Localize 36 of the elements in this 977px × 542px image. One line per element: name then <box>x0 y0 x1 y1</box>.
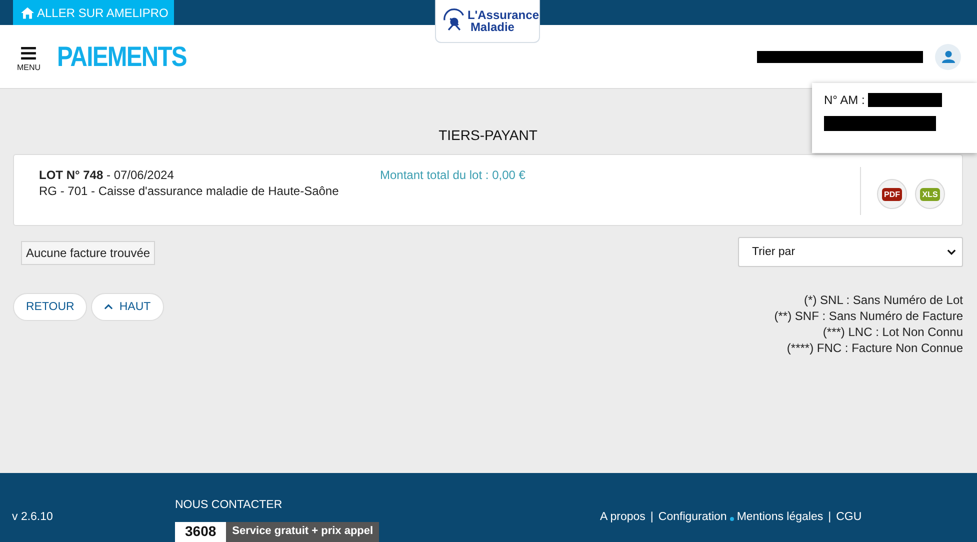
back-to-top-button[interactable]: HAUT <box>91 293 164 321</box>
phone-number: 3608 <box>184 522 218 541</box>
legend-text: (**) SNF : Sans Numéro de Facture <box>774 308 963 324</box>
menu-icon <box>21 47 36 60</box>
separator-text: | <box>828 511 832 523</box>
lot-total: Montant total du lot : 0,00 € <box>380 167 526 184</box>
user-icon <box>942 50 954 63</box>
home-icon <box>21 6 34 18</box>
no-result-label: Aucune facture trouvée <box>21 241 156 265</box>
footer-link[interactable]: A propos <box>600 511 646 523</box>
logo-text: L'Assurance <box>467 9 539 21</box>
section-title: TIERS-PAYANT <box>438 127 538 143</box>
menu-button[interactable]: MENU <box>17 47 41 72</box>
footer-link[interactable]: CGU <box>836 511 862 523</box>
version-text: v 2.6.10 <box>12 511 54 523</box>
logo-card[interactable]: L'Assurance Maladie <box>435 0 540 43</box>
legend-text: (****) FNC : Facture Non Connue <box>786 340 963 356</box>
user-avatar-button[interactable] <box>935 44 961 70</box>
lot-title: LOT N° 748 - 07/06/2024 <box>39 167 175 183</box>
chevron-down-icon <box>947 249 956 255</box>
footer-link[interactable]: Configuration <box>658 511 727 523</box>
back-button[interactable]: RETOUR <box>13 293 88 321</box>
legend-text: (*) SNL : Sans Numéro de Lot <box>803 292 963 308</box>
footer-link[interactable]: Mentions légales <box>736 511 824 523</box>
member-number-label: N° AM : <box>824 93 865 107</box>
legend-text: (***) LNC : Lot Non Connu <box>822 324 963 340</box>
bullet-icon <box>730 517 734 521</box>
contact-heading: NOUS CONTACTER <box>175 499 284 511</box>
export-button[interactable]: PDF <box>877 179 907 209</box>
chevron-up-icon <box>104 304 114 310</box>
page-heading: PAIEMENTS <box>56 40 186 72</box>
sort-dropdown[interactable]: Trier par <box>738 237 963 267</box>
phone-note: Service gratuit + prix appel <box>226 522 380 542</box>
separator-text: | <box>650 511 654 523</box>
logo-text: Maladie <box>469 21 516 33</box>
lot-organism: RG - 701 - Caisse d'assurance maladie de Haute-Saône <box>39 183 340 199</box>
